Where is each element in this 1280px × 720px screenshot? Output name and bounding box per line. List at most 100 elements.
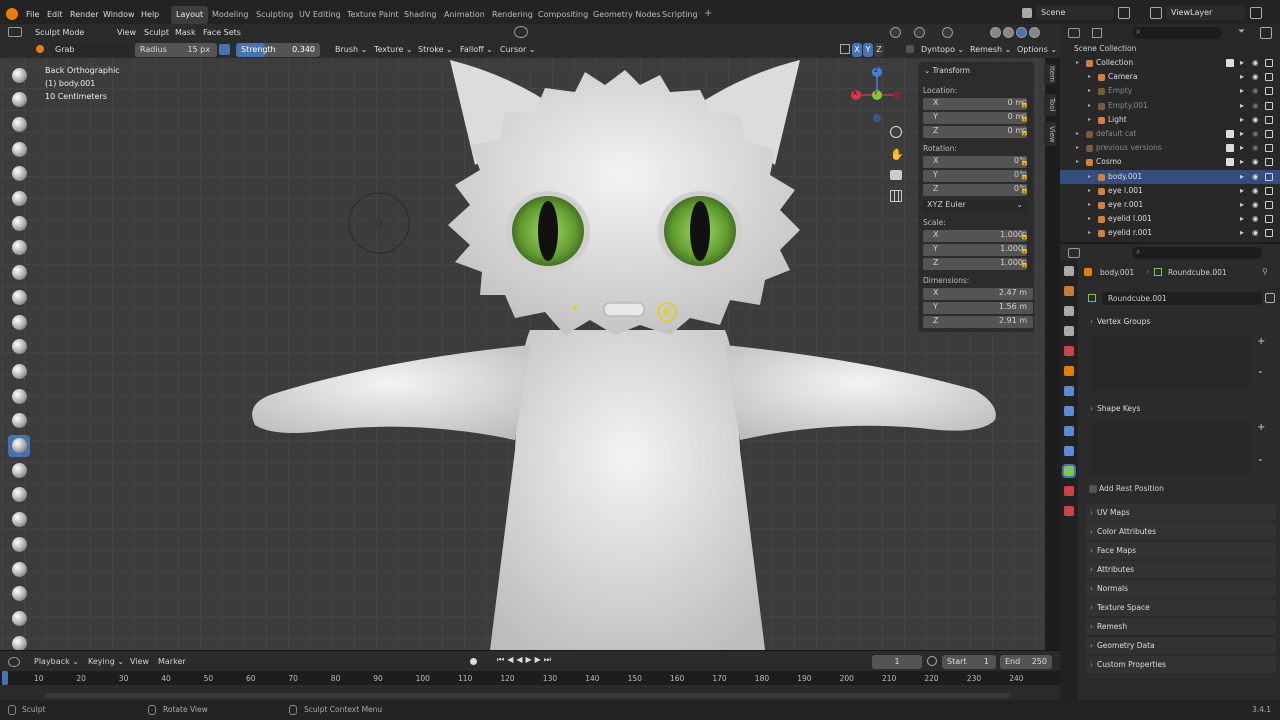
- section-face-maps[interactable]: Face Maps: [1086, 542, 1276, 559]
- expand-arrow-icon[interactable]: ▸: [1088, 212, 1091, 226]
- timeline-editor-icon[interactable]: [8, 657, 20, 667]
- vertex-group-menu-icon[interactable]: ⌄: [1257, 366, 1264, 375]
- outliner-row-camera[interactable]: ▸ Camera ▸ ◉: [1060, 70, 1280, 84]
- inflate-brush-icon[interactable]: [8, 212, 30, 234]
- outliner-row-default-cat[interactable]: ▸ default cat ▸ ◉: [1060, 127, 1280, 141]
- navigation-gizmo[interactable]: [850, 66, 905, 128]
- dyntopo-checkbox[interactable]: [906, 45, 914, 53]
- visibility-eye-icon[interactable]: ◉: [1252, 113, 1259, 127]
- workspace-tab-compositing[interactable]: Compositing: [533, 6, 593, 24]
- timeline-menu-view[interactable]: View: [130, 657, 149, 666]
- selectable-arrow-icon[interactable]: ▸: [1240, 226, 1244, 240]
- section-custom-properties[interactable]: Custom Properties: [1086, 656, 1276, 673]
- selectable-arrow-icon[interactable]: ▸: [1240, 84, 1244, 98]
- grid-ortho-icon[interactable]: [890, 190, 902, 202]
- orientation-icon[interactable]: [514, 26, 528, 38]
- object-tab-icon[interactable]: [1064, 366, 1074, 376]
- output-tab-icon[interactable]: [1064, 306, 1074, 316]
- constraints-tab-icon[interactable]: [1064, 446, 1074, 456]
- properties-search-input[interactable]: ⌕: [1132, 247, 1262, 259]
- view-object-types-icon[interactable]: [890, 27, 901, 38]
- outliner-row-light[interactable]: ▸ Light ▸ ◉: [1060, 113, 1280, 127]
- menu-edit[interactable]: Edit: [43, 6, 67, 23]
- render-camera-icon[interactable]: [1265, 172, 1273, 181]
- expand-arrow-icon[interactable]: ▸: [1076, 127, 1079, 141]
- shape-key-menu-icon[interactable]: ⌄: [1257, 454, 1264, 463]
- draw-sharp-brush-icon[interactable]: [8, 89, 30, 111]
- expand-arrow-icon[interactable]: ▸: [1088, 226, 1091, 240]
- scene-collection-row[interactable]: Scene Collection: [1060, 42, 1280, 56]
- fake-user-icon[interactable]: [1265, 293, 1275, 303]
- selectable-arrow-icon[interactable]: ▸: [1240, 99, 1244, 113]
- scale-z-field[interactable]: Z 1.000: [923, 257, 1027, 270]
- header-menu-view[interactable]: View: [112, 26, 141, 40]
- zoom-icon[interactable]: [890, 126, 902, 138]
- rotation-lock-icon[interactable]: 🔓: [1020, 186, 1029, 194]
- workspace-tab-sculpting[interactable]: Sculpting: [251, 6, 298, 24]
- render-camera-icon[interactable]: [1265, 201, 1273, 209]
- workspace-tab-layout[interactable]: Layout: [171, 6, 209, 24]
- timeline-menu-marker[interactable]: Marker: [158, 657, 186, 666]
- timeline-scrollbar[interactable]: [45, 693, 1010, 698]
- pinch-brush-icon[interactable]: [8, 410, 30, 432]
- material-preview-icon[interactable]: [1016, 27, 1027, 38]
- pressure-radius-icon[interactable]: [219, 44, 230, 55]
- overlays-icon[interactable]: [942, 27, 953, 38]
- start-frame-field[interactable]: Start 1: [942, 655, 996, 669]
- fill-brush-icon[interactable]: [8, 336, 30, 358]
- solid-shading-icon[interactable]: [1003, 27, 1014, 38]
- vertex-groups-list[interactable]: [1090, 336, 1250, 390]
- render-camera-icon[interactable]: [1265, 158, 1273, 167]
- visibility-eye-icon[interactable]: ◉: [1252, 155, 1259, 169]
- selectable-arrow-icon[interactable]: ▸: [1240, 198, 1244, 212]
- outliner-row-eye-l-001[interactable]: ▸ eye l.001 ▸ ◉: [1060, 184, 1280, 198]
- section-normals[interactable]: Normals: [1086, 580, 1276, 597]
- rendered-shading-icon[interactable]: [1029, 27, 1040, 38]
- visibility-eye-icon[interactable]: ◉: [1252, 141, 1259, 155]
- nudge-brush-icon[interactable]: [8, 558, 30, 580]
- rotation-mode-dropdown[interactable]: XYZ Euler ⌄: [923, 200, 1027, 212]
- rotation-lock-icon[interactable]: 🔓: [1020, 172, 1029, 180]
- workspace-tab-scripting[interactable]: Scripting: [657, 6, 703, 24]
- symmetry-y-toggle[interactable]: Y: [863, 43, 873, 57]
- menu-window[interactable]: Window: [99, 6, 139, 23]
- end-frame-field[interactable]: End 250: [1000, 655, 1052, 669]
- dropdown-cursor[interactable]: Cursor ⌄: [495, 43, 536, 57]
- render-camera-icon[interactable]: [1265, 186, 1273, 195]
- vertex-groups-panel[interactable]: Vertex Groups: [1086, 313, 1276, 330]
- brush-selector[interactable]: Grab: [50, 43, 130, 57]
- view-layer-selector[interactable]: ViewLayer: [1166, 6, 1246, 20]
- section-uv-maps[interactable]: UV Maps: [1086, 504, 1276, 521]
- scale-x-field[interactable]: X 1.000: [923, 230, 1027, 242]
- blob-brush-icon[interactable]: [8, 237, 30, 259]
- workspace-tab-uv-editing[interactable]: UV Editing: [294, 6, 346, 24]
- render-camera-icon[interactable]: [1265, 73, 1273, 82]
- dropdown-stroke[interactable]: Stroke ⌄: [413, 43, 453, 57]
- render-camera-icon[interactable]: [1265, 229, 1273, 238]
- visibility-eye-icon[interactable]: ◉: [1252, 99, 1259, 113]
- workspace-tab-shading[interactable]: Shading: [399, 6, 442, 24]
- tool-tab-icon[interactable]: [1064, 266, 1074, 276]
- menu-render[interactable]: Render: [66, 6, 102, 23]
- section-color-attributes[interactable]: Color Attributes: [1086, 523, 1276, 540]
- record-icon[interactable]: [470, 658, 477, 665]
- render-camera-icon[interactable]: [1265, 87, 1273, 96]
- visibility-eye-icon[interactable]: ◉: [1252, 226, 1259, 240]
- sidebar-tab-item[interactable]: Item: [1044, 64, 1056, 84]
- expand-arrow-icon[interactable]: ▸: [1088, 84, 1091, 98]
- collection-checkbox[interactable]: [1226, 130, 1234, 138]
- rotation-y-field[interactable]: Y 0°: [923, 169, 1027, 182]
- flatten-brush-icon[interactable]: [8, 311, 30, 333]
- scale-lock-icon[interactable]: 🔓: [1020, 246, 1029, 254]
- add-workspace-icon[interactable]: +: [704, 8, 712, 19]
- xray-icon[interactable]: [990, 27, 1001, 38]
- dropdown-brush[interactable]: Brush ⌄: [330, 43, 367, 57]
- selectable-arrow-icon[interactable]: ▸: [1240, 155, 1244, 169]
- workspace-tab-modeling[interactable]: Modeling: [207, 6, 253, 24]
- expand-arrow-icon[interactable]: ▸: [1088, 70, 1091, 84]
- collection-checkbox[interactable]: [1226, 158, 1234, 167]
- header-menu-sculpt[interactable]: Sculpt: [139, 26, 174, 40]
- rotation-z-field[interactable]: Z 0°: [923, 183, 1027, 196]
- mesh-data-tab-icon[interactable]: [1062, 464, 1076, 478]
- scale-lock-icon[interactable]: 🔓: [1020, 260, 1029, 268]
